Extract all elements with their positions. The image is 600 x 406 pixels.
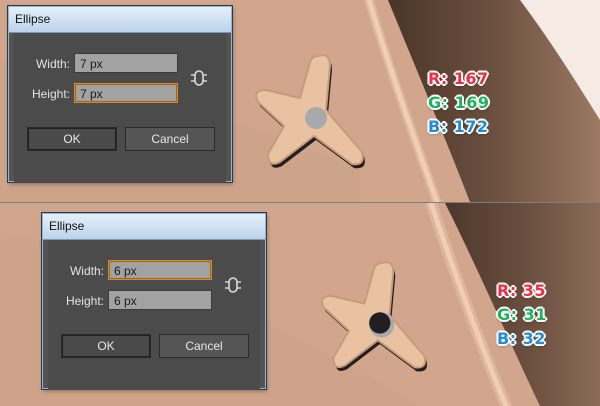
width-row: Width: 6 px <box>48 260 218 282</box>
ok-button[interactable]: OK <box>61 334 151 358</box>
height-row: Height: 7 px <box>14 83 184 105</box>
star-shape-bottom <box>321 261 427 372</box>
ok-button[interactable]: OK <box>27 127 117 151</box>
link-constrain-icon[interactable] <box>225 276 241 294</box>
width-label: Width: <box>69 264 104 278</box>
color-sample-dot <box>305 107 327 129</box>
width-row: Width: 7 px <box>14 53 184 75</box>
blue-value: B: 32 <box>497 329 546 348</box>
green-value: G: 31 <box>497 305 547 324</box>
width-label: Width: <box>35 57 70 71</box>
height-input[interactable]: 7 px <box>74 83 178 103</box>
green-value: G: 169 <box>428 93 490 112</box>
rgb-readout-top: R: 167 G: 169 B: 172 <box>428 67 490 139</box>
cancel-button[interactable]: Cancel <box>159 334 249 358</box>
dialog-title: Ellipse <box>9 7 231 33</box>
ellipse-dialog-top: Ellipse Width: 7 px Height: 7 px OK Canc… <box>8 6 232 183</box>
dialog-body: Width: 6 px Height: 6 px OK Cancel <box>48 240 260 390</box>
height-row: Height: 6 px <box>48 290 218 312</box>
dialog-body: Width: 7 px Height: 7 px OK Cancel <box>14 33 226 183</box>
height-input[interactable]: 6 px <box>108 290 212 310</box>
color-sample-dot <box>369 312 391 334</box>
link-constrain-icon[interactable] <box>191 69 207 87</box>
width-input[interactable]: 7 px <box>74 53 178 73</box>
cancel-button[interactable]: Cancel <box>125 127 215 151</box>
dialog-title: Ellipse <box>43 214 265 240</box>
width-input[interactable]: 6 px <box>108 260 212 280</box>
blue-value: B: 172 <box>428 117 489 136</box>
star-shape-top <box>255 54 365 169</box>
top-canvas-panel: R: 167 G: 169 B: 172 Ellipse Width: 7 px… <box>0 0 600 202</box>
ellipse-dialog-bottom: Ellipse Width: 6 px Height: 6 px OK Canc… <box>42 213 266 390</box>
red-value: R: 167 <box>428 69 489 88</box>
height-label: Height: <box>31 87 70 101</box>
red-value: R: 35 <box>497 281 547 300</box>
bottom-canvas-panel: R: 35 G: 31 B: 32 Ellipse Width: 6 px He… <box>0 203 600 406</box>
rgb-readout-bottom: R: 35 G: 31 B: 32 <box>497 279 547 351</box>
height-label: Height: <box>65 294 104 308</box>
